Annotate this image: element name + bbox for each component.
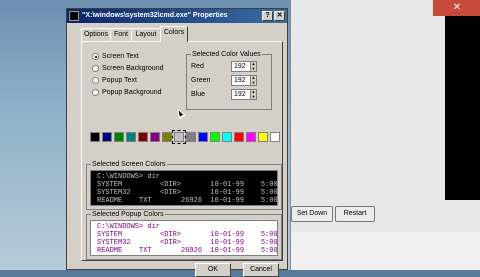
group-label: Selected Color Values <box>191 50 262 59</box>
radio-circle <box>92 89 99 96</box>
green-input[interactable]: 192 <box>231 75 251 86</box>
background-window: ✕ Set Down Restart <box>290 0 480 270</box>
help-icon[interactable]: ? <box>262 11 273 21</box>
color-swatch[interactable] <box>102 132 112 142</box>
red-input[interactable]: 192 <box>231 61 251 72</box>
restart-button[interactable]: Restart <box>335 206 375 222</box>
close-icon[interactable]: ✕ <box>274 11 285 21</box>
tab-layout[interactable]: Layout <box>131 28 161 41</box>
tab-colors[interactable]: Colors <box>160 26 188 42</box>
radio-label: Popup Background <box>102 89 162 96</box>
field-label: Blue <box>191 91 206 98</box>
color-swatch[interactable] <box>246 132 256 142</box>
preview-line: README TXT 26926 10-01-99 5:00 <box>97 247 278 255</box>
color-swatch[interactable] <box>258 132 268 142</box>
radio-label: Popup Text <box>102 77 137 84</box>
set-down-button[interactable]: Set Down <box>291 206 333 222</box>
group-label: Selected Popup Colors <box>91 210 165 219</box>
tab-options[interactable]: Options <box>81 28 111 41</box>
green-spinner[interactable]: ▲ ▼ <box>250 75 257 86</box>
green-field: Green 192 ▲ ▼ <box>191 75 257 87</box>
ok-button[interactable]: OK <box>195 263 231 277</box>
cancel-button[interactable]: Cancel <box>243 263 279 277</box>
color-swatch[interactable] <box>186 132 196 142</box>
blue-spinner[interactable]: ▲ ▼ <box>250 89 257 100</box>
field-label: Green <box>191 77 211 84</box>
screen-colors-preview: C:\WINDOWS> dir SYSTEM <DIR> 10-01-99 5:0… <box>90 170 278 206</box>
blue-input[interactable]: 192 <box>231 89 251 100</box>
colors-panel: Screen Text Screen Background Popup Text… <box>81 41 283 261</box>
window-title: "X:\windows\system32\cmd.exe" Properties <box>82 12 228 19</box>
properties-dialog: "X:\windows\system32\cmd.exe" Properties… <box>66 8 288 277</box>
background-window-footer <box>291 232 480 270</box>
color-swatch[interactable] <box>162 132 172 142</box>
title-bar: "X:\windows\system32\cmd.exe" Properties… <box>67 9 287 23</box>
color-swatch[interactable] <box>172 130 186 144</box>
radio-circle <box>92 65 99 72</box>
color-swatch[interactable] <box>114 132 124 142</box>
red-spinner[interactable]: ▲ ▼ <box>250 61 257 72</box>
radio-label: Screen Background <box>102 65 164 72</box>
popup-colors-preview: C:\WINDOWS> dir SYSTEM <DIR> 10-01-99 5:0… <box>90 220 278 256</box>
radio-circle <box>92 77 99 84</box>
color-swatch[interactable] <box>234 132 244 142</box>
field-label: Red <box>191 63 204 70</box>
tab-font[interactable]: Font <box>110 28 132 41</box>
preview-line: README TXT 26926 10-01-99 5:00 <box>97 197 278 205</box>
selected-color-values-group: Selected Color Values Red 192 ▲ ▼ Green 1… <box>186 50 272 110</box>
radio-label: Screen Text <box>102 53 139 60</box>
color-swatch[interactable] <box>222 132 232 142</box>
color-swatch[interactable] <box>90 132 100 142</box>
color-swatch[interactable] <box>210 132 220 142</box>
color-swatch[interactable] <box>150 132 160 142</box>
color-swatch[interactable] <box>138 132 148 142</box>
blue-field: Blue 192 ▲ ▼ <box>191 89 257 101</box>
close-icon[interactable]: ✕ <box>433 0 480 16</box>
color-swatch[interactable] <box>126 132 136 142</box>
color-swatch[interactable] <box>270 132 280 142</box>
color-swatch[interactable] <box>198 132 208 142</box>
cmd-icon <box>69 11 79 21</box>
group-label: Selected Screen Colors <box>91 160 167 169</box>
console-area <box>445 0 480 200</box>
radio-circle <box>92 53 99 60</box>
red-field: Red 192 ▲ ▼ <box>191 61 257 73</box>
